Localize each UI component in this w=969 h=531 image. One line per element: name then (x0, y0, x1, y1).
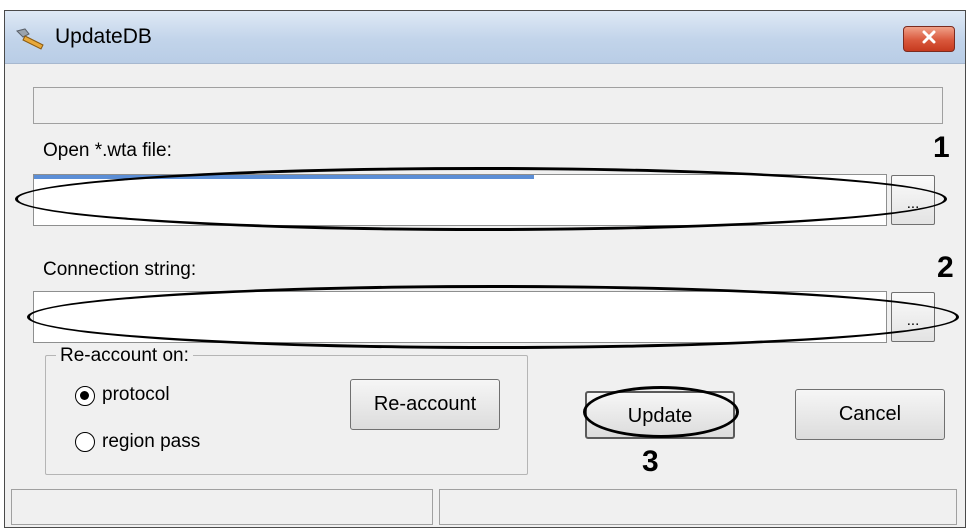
close-button[interactable] (903, 26, 955, 52)
status-bar (11, 489, 957, 525)
reaccount-group-label: Re-account on: (56, 345, 193, 367)
status-panel-left (11, 489, 433, 525)
annotation-marker-2: 2 (937, 251, 954, 284)
annotation-marker-3: 3 (642, 445, 659, 478)
annotation-ellipse-1 (15, 167, 947, 231)
updatedb-window: UpdateDB Open *.wta file: ... 1 Connecti… (4, 10, 966, 528)
info-panel (33, 87, 943, 124)
open-file-label: Open *.wta file: (43, 140, 172, 161)
annotation-ellipse-3 (583, 386, 739, 438)
radio-region-pass[interactable] (75, 432, 95, 452)
close-icon (921, 30, 937, 49)
connection-string-label: Connection string: (43, 259, 197, 280)
radio-region-pass-label[interactable]: region pass (102, 431, 200, 453)
title-bar[interactable]: UpdateDB (5, 11, 965, 64)
reaccount-button[interactable]: Re-account (350, 379, 500, 430)
radio-selected-dot (80, 391, 89, 400)
window-title: UpdateDB (55, 25, 152, 48)
radio-protocol[interactable] (75, 386, 95, 406)
annotation-marker-1: 1 (933, 131, 950, 164)
annotation-ellipse-2 (27, 285, 959, 349)
radio-protocol-label[interactable]: protocol (102, 384, 170, 406)
cancel-button[interactable]: Cancel (795, 389, 945, 440)
status-panel-right (439, 489, 957, 525)
wrench-icon (11, 27, 49, 51)
